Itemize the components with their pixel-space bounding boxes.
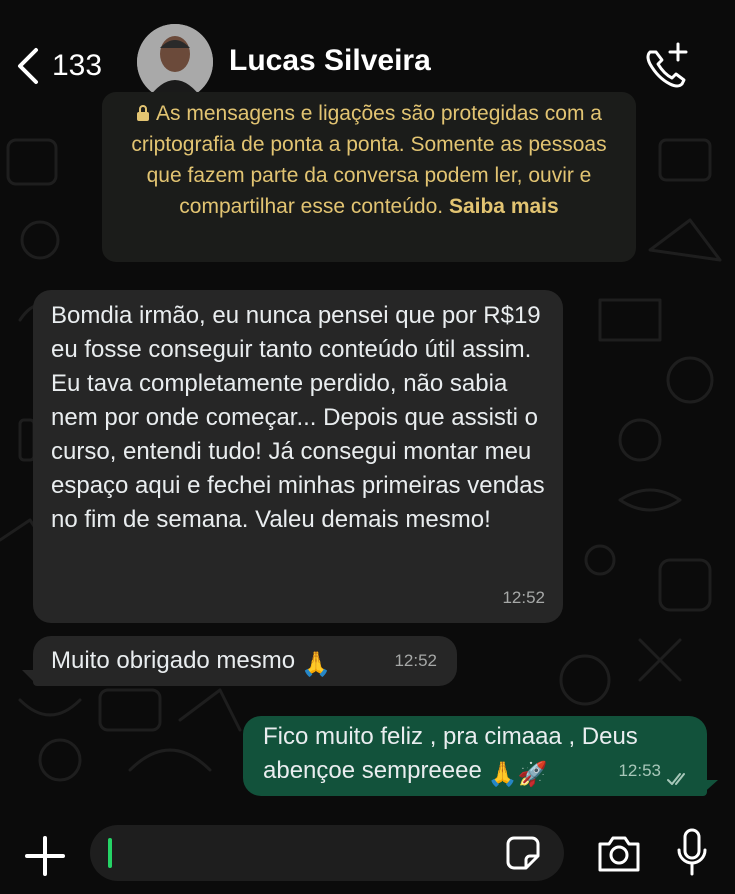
back-button[interactable]: 133 — [14, 38, 102, 94]
camera-icon[interactable] — [596, 832, 642, 874]
message-text: Fico muito feliz , pra cimaaa , Deus abe… — [263, 723, 638, 784]
message-text: Bomdia irmão, eu nunca pensei que por R$… — [51, 302, 545, 533]
message-time: 12:52 — [394, 651, 437, 670]
learn-more-link[interactable]: Saiba mais — [449, 195, 559, 218]
avatar-photo — [137, 24, 213, 100]
chevron-left-icon — [18, 48, 38, 84]
avatar[interactable] — [137, 24, 213, 100]
unread-count: 133 — [52, 49, 103, 82]
contact-name[interactable]: Lucas Silveira — [229, 44, 431, 78]
add-call-button[interactable] — [640, 40, 690, 90]
emoji: 🙏 — [301, 651, 332, 678]
plus-icon[interactable] — [24, 835, 66, 877]
sticker-icon[interactable] — [502, 832, 544, 874]
message-incoming[interactable]: Muito obrigado mesmo 🙏 12:52 — [33, 636, 457, 686]
message-incoming[interactable]: Bomdia irmão, eu nunca pensei que por R$… — [33, 290, 563, 623]
phone-add-icon — [646, 42, 688, 88]
lock-icon — [137, 105, 150, 121]
text-cursor — [108, 838, 112, 868]
message-input[interactable] — [90, 825, 564, 881]
message-outgoing[interactable]: Fico muito feliz , pra cimaaa , Deus abe… — [243, 716, 707, 796]
encryption-notice[interactable]: As mensagens e ligações são protegidas c… — [102, 92, 636, 262]
emoji: 🙏🚀 — [487, 761, 548, 788]
message-time: 12:53 — [618, 761, 661, 780]
microphone-icon[interactable] — [676, 828, 708, 878]
message-time: 12:52 — [502, 588, 545, 607]
read-receipt-icon — [667, 773, 685, 785]
input-bar — [0, 810, 735, 894]
message-text: Muito obrigado mesmo — [51, 647, 296, 674]
